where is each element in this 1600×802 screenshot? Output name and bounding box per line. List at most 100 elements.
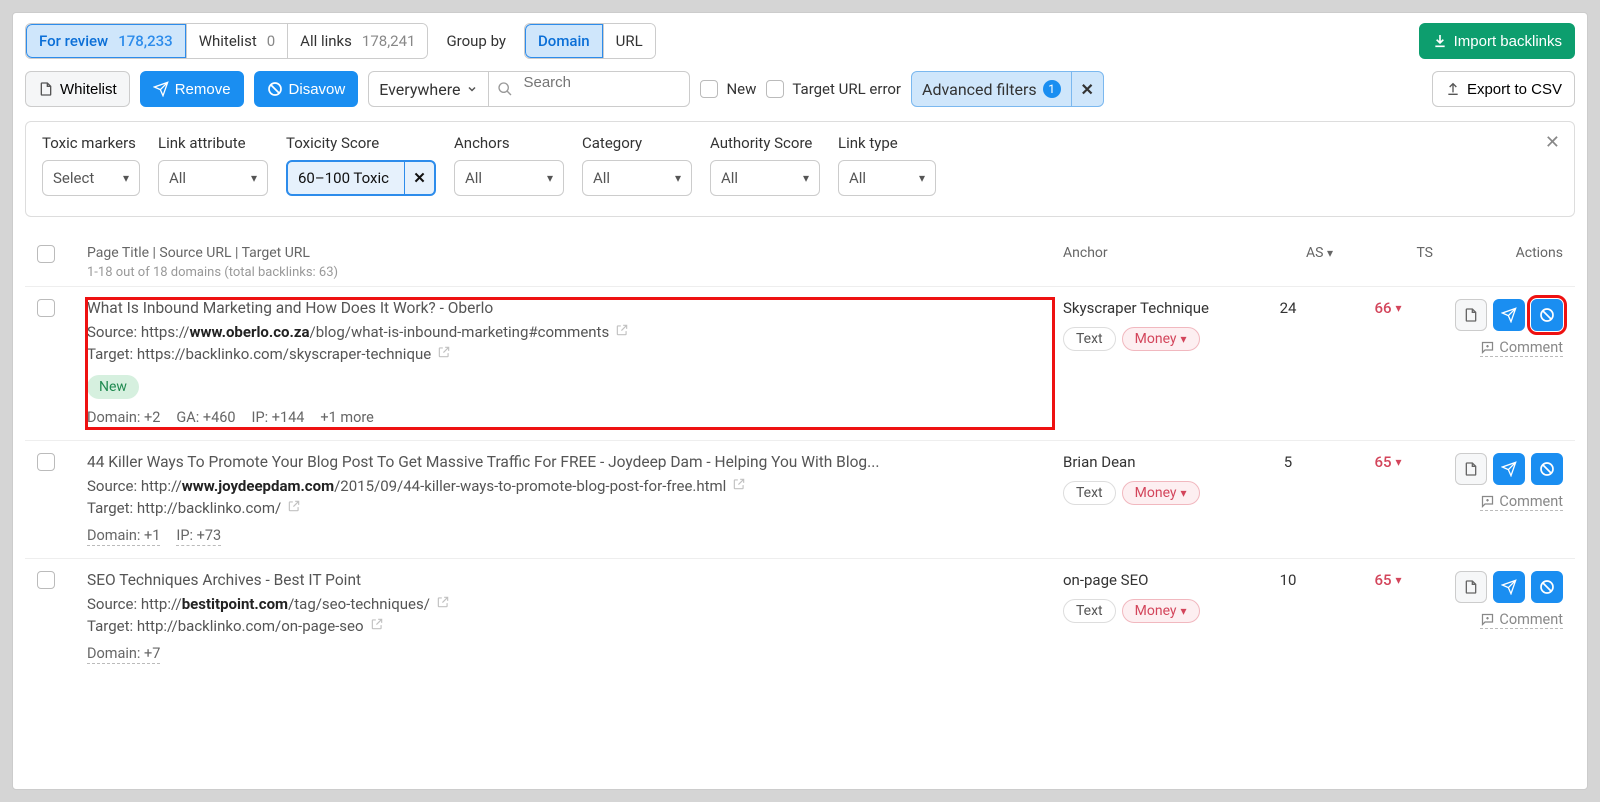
- toxicity-score[interactable]: 65 ▾: [1374, 571, 1401, 589]
- tab-for-review[interactable]: For review178,233: [26, 24, 186, 58]
- disavow-icon: [267, 81, 283, 97]
- chevron-down-icon: [466, 83, 478, 95]
- result-count: 1-18 out of 18 domains (total backlinks:…: [87, 265, 1053, 280]
- remove-button[interactable]: Remove: [140, 71, 244, 107]
- row-checkbox[interactable]: [37, 453, 55, 471]
- col-title: Page Title | Source URL | Target URL: [87, 245, 1053, 261]
- close-filters-button[interactable]: ✕: [1545, 132, 1560, 153]
- whitelist-icon-button[interactable]: [1455, 453, 1487, 485]
- tag-money[interactable]: Money ▾: [1122, 327, 1200, 351]
- disavow-icon-button[interactable]: [1531, 299, 1563, 331]
- filter-target-url-error[interactable]: Target URL error: [766, 80, 901, 98]
- filter-label: Anchors: [454, 134, 564, 152]
- filter-label: Authority Score: [710, 134, 820, 152]
- groupby-url[interactable]: URL: [603, 24, 655, 58]
- external-link-icon: [287, 499, 301, 513]
- search-scope-select[interactable]: Everywhere: [369, 72, 489, 106]
- meta-stat[interactable]: GA: +460: [176, 409, 235, 428]
- filter-new[interactable]: New: [700, 80, 756, 98]
- external-link-icon: [437, 345, 451, 359]
- filter-label: Toxicity Score: [286, 134, 436, 152]
- advanced-filters-chip[interactable]: Advanced filters 1 ✕: [911, 71, 1104, 107]
- external-link-icon: [615, 323, 629, 337]
- send-icon: [153, 81, 169, 97]
- search-icon: [497, 81, 513, 97]
- export-csv-button[interactable]: Export to CSV: [1432, 71, 1575, 107]
- row-checkbox[interactable]: [37, 299, 55, 317]
- toxicity-score[interactable]: 66 ▾: [1374, 299, 1401, 317]
- import-backlinks-button[interactable]: Import backlinks: [1419, 23, 1575, 59]
- close-icon[interactable]: ✕: [1071, 72, 1103, 106]
- whitelist-icon-button[interactable]: [1455, 571, 1487, 603]
- target-url[interactable]: Target: http://backlinko.com/: [87, 499, 1053, 517]
- row-checkbox[interactable]: [37, 571, 55, 589]
- export-icon: [1445, 81, 1461, 97]
- select-all-checkbox[interactable]: [37, 245, 55, 263]
- comment-link[interactable]: Comment: [1480, 339, 1563, 357]
- app-panel: For review178,233 Whitelist0 All links17…: [12, 12, 1588, 790]
- anchor-text: Brian Dean: [1063, 453, 1233, 471]
- external-link-icon: [370, 617, 384, 631]
- whitelist-button[interactable]: Whitelist: [25, 71, 130, 107]
- new-badge: New: [87, 375, 139, 399]
- tab-whitelist[interactable]: Whitelist0: [186, 24, 287, 58]
- tag-text: Text: [1063, 327, 1116, 351]
- table-row: 44 Killer Ways To Promote Your Blog Post…: [25, 440, 1575, 558]
- target-url[interactable]: Target: https://backlinko.com/skyscraper…: [87, 345, 1053, 363]
- meta-stat[interactable]: IP: +73: [176, 527, 221, 546]
- tab-all-links[interactable]: All links178,241: [287, 24, 427, 58]
- toolbar: Whitelist Remove Disavow Everywhere New …: [25, 71, 1575, 107]
- download-icon: [1432, 33, 1448, 49]
- comment-link[interactable]: Comment: [1480, 493, 1563, 511]
- rows-container: What Is Inbound Marketing and How Does I…: [25, 286, 1575, 676]
- whitelist-icon-button[interactable]: [1455, 299, 1487, 331]
- col-ts: TS: [1343, 245, 1433, 261]
- meta-stat[interactable]: Domain: +7: [87, 645, 160, 664]
- meta-stat[interactable]: Domain: +1: [87, 527, 160, 546]
- search-group: Everywhere: [368, 71, 690, 107]
- page-title: What Is Inbound Marketing and How Does I…: [87, 299, 1053, 317]
- link-type-select[interactable]: All▾: [838, 160, 936, 196]
- document-check-icon: [38, 81, 54, 97]
- toxicity-score[interactable]: 65 ▾: [1374, 453, 1401, 471]
- source-url[interactable]: Source: https://www.oberlo.co.za/blog/wh…: [87, 323, 1053, 341]
- col-as[interactable]: AS ▾: [1243, 245, 1333, 261]
- source-url[interactable]: Source: http://www.joydeepdam.com/2015/0…: [87, 477, 1053, 495]
- toxic-markers-select[interactable]: Select▾: [42, 160, 140, 196]
- filter-label: Toxic markers: [42, 134, 140, 152]
- toxicity-score-select[interactable]: 60–100 Toxic✕: [286, 160, 436, 196]
- link-attribute-select[interactable]: All▾: [158, 160, 268, 196]
- groupby-toggle: Domain URL: [524, 23, 656, 59]
- comment-link[interactable]: Comment: [1480, 611, 1563, 629]
- anchor-text: Skyscraper Technique: [1063, 299, 1233, 317]
- disavow-icon-button[interactable]: [1531, 571, 1563, 603]
- tag-money[interactable]: Money ▾: [1122, 481, 1200, 505]
- filter-label: Link attribute: [158, 134, 268, 152]
- authority-score-select[interactable]: All▾: [710, 160, 820, 196]
- table-row: What Is Inbound Marketing and How Does I…: [25, 286, 1575, 440]
- meta-stat[interactable]: IP: +144: [252, 409, 305, 428]
- table-row: SEO Techniques Archives - Best IT Point …: [25, 558, 1575, 676]
- tag-money[interactable]: Money ▾: [1122, 599, 1200, 623]
- search-input[interactable]: [489, 74, 689, 91]
- disavow-button[interactable]: Disavow: [254, 71, 359, 107]
- remove-icon-button[interactable]: [1493, 571, 1525, 603]
- clear-icon[interactable]: ✕: [404, 162, 434, 194]
- authority-score: 5: [1243, 453, 1333, 546]
- category-select[interactable]: All▾: [582, 160, 692, 196]
- target-url[interactable]: Target: http://backlinko.com/on-page-seo: [87, 617, 1053, 635]
- external-link-icon: [436, 595, 450, 609]
- tag-text: Text: [1063, 481, 1116, 505]
- disavow-icon-button[interactable]: [1531, 453, 1563, 485]
- meta-stat[interactable]: +1 more: [320, 409, 373, 428]
- source-url[interactable]: Source: http://bestitpoint.com/tag/seo-t…: [87, 595, 1053, 613]
- col-anchor: Anchor: [1063, 245, 1233, 261]
- remove-icon-button[interactable]: [1493, 453, 1525, 485]
- groupby-domain[interactable]: Domain: [525, 24, 603, 58]
- meta-stat[interactable]: Domain: +2: [87, 409, 160, 428]
- external-link-icon: [732, 477, 746, 491]
- anchors-select[interactable]: All▾: [454, 160, 564, 196]
- filter-label: Category: [582, 134, 692, 152]
- review-tabs: For review178,233 Whitelist0 All links17…: [25, 23, 428, 59]
- remove-icon-button[interactable]: [1493, 299, 1525, 331]
